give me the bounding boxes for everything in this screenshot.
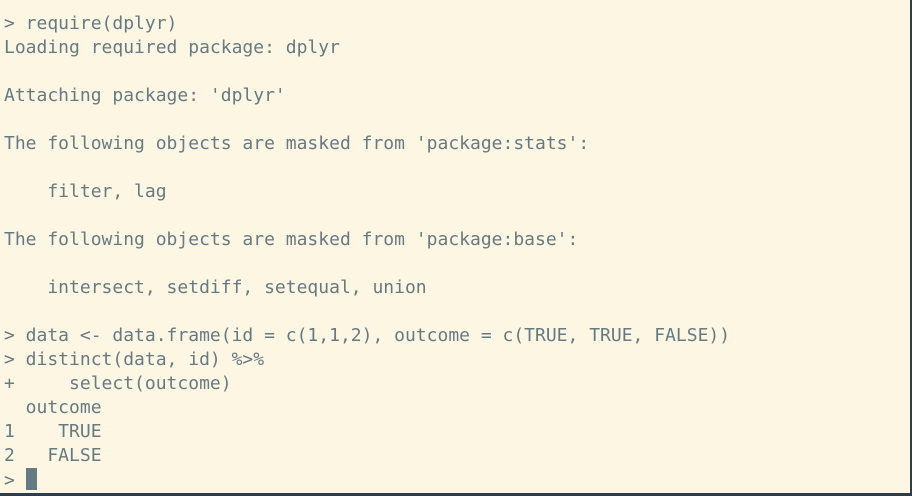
console-input-line[interactable]: > <box>4 468 910 492</box>
output-table-row: 2 FALSE <box>4 445 102 466</box>
console-line-masked-stats-objects: filter, lag <box>4 181 167 202</box>
text-cursor <box>25 468 37 490</box>
console-line-attaching-message: Attaching package: 'dplyr' <box>4 85 286 106</box>
console-line-select-continuation: + select(outcome) <box>4 373 232 394</box>
console-line-require-command: > require(dplyr) <box>4 13 178 34</box>
console-line-masked-base-objects: intersect, setdiff, setequal, union <box>4 277 427 298</box>
console-line-distinct-command: > distinct(data, id) %>% <box>4 349 265 370</box>
console-prompt: > <box>4 470 26 491</box>
console-line-loading-message: Loading required package: dplyr <box>4 37 340 58</box>
output-table-row: 1 TRUE <box>4 421 102 442</box>
console-line-masked-stats-message: The following objects are masked from 'p… <box>4 133 590 154</box>
output-table-header: outcome <box>4 397 102 418</box>
console-output: > require(dplyr) Loading required packag… <box>4 12 910 492</box>
console-line-data-frame-command: > data <- data.frame(id = c(1,1,2), outc… <box>4 325 731 346</box>
r-console-window[interactable]: > require(dplyr) Loading required packag… <box>0 0 910 493</box>
console-line-masked-base-message: The following objects are masked from 'p… <box>4 229 579 250</box>
